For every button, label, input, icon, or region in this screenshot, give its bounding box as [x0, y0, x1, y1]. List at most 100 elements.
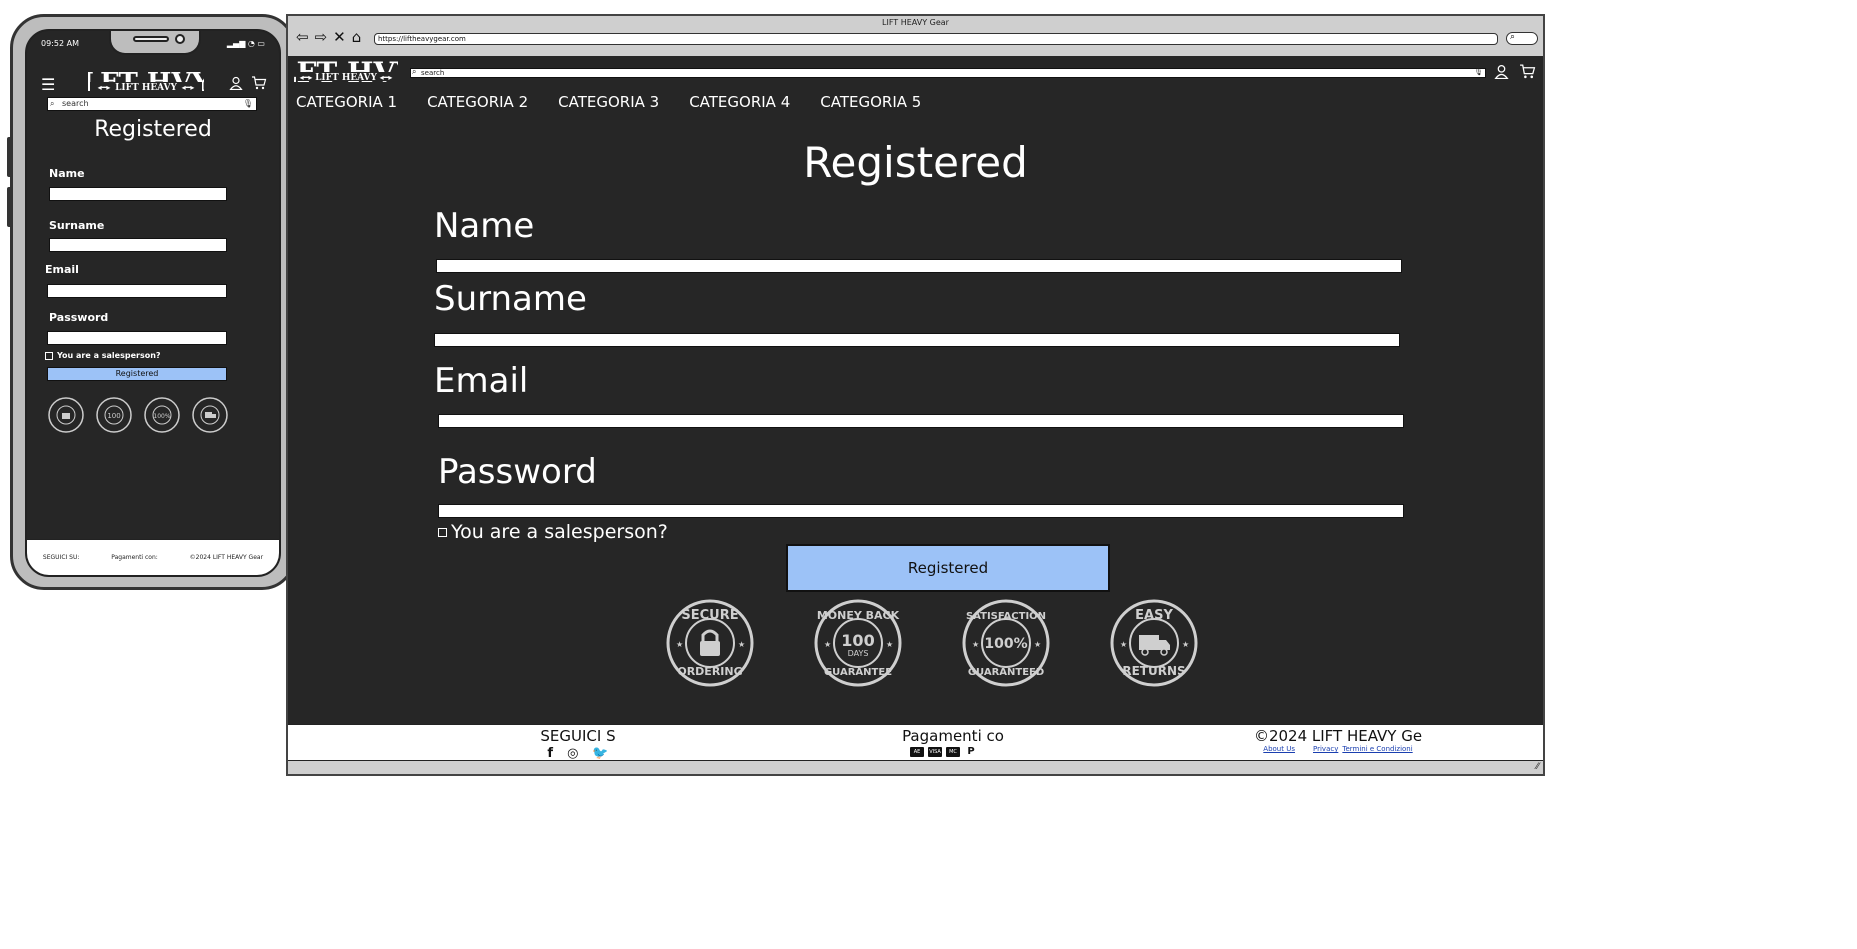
page-content: LFT HVY LIFT HEAVY ◂━▸ ◂━▸ ⌕ search 🎙 CA…: [277, 56, 1543, 724]
mobile-badges: 100 100%: [47, 391, 229, 439]
footer: SEGUICI S f ◎ 🐦 Pagamenti co AE VISA MC …: [288, 724, 1543, 761]
mobile-footer: SEGUICI SU: Pagamenti con: ©2024 LIFT HE…: [27, 539, 279, 575]
user-icon[interactable]: [1494, 64, 1509, 83]
name-field[interactable]: [436, 259, 1402, 273]
badge-unit: DAYS: [848, 649, 869, 658]
search-placeholder: search: [421, 69, 445, 77]
close-icon[interactable]: ✕: [333, 28, 346, 46]
microphone-icon[interactable]: 🎙: [243, 98, 253, 110]
twitter-icon[interactable]: 🐦: [592, 746, 608, 761]
trust-badges: SECURE ORDERING ★ ★ MONEY BACK 100 DAYS G…: [652, 599, 1212, 687]
mobile-copyright: ©2024 LIFT HEAVY Gear: [189, 554, 264, 561]
mobile-register-button[interactable]: Registered: [47, 367, 227, 381]
register-button[interactable]: Registered: [786, 544, 1110, 592]
category-link[interactable]: CATEGORIA 5: [820, 93, 921, 111]
money-back-icon: MONEY BACK 100 DAYS GUARANTEE ★ ★: [814, 599, 902, 687]
svg-text:◂━▸: ◂━▸: [300, 73, 313, 82]
logo-image: LFT HVY LIFT HEAVY ◂━▸ ◂━▸: [88, 69, 204, 98]
checkbox-box[interactable]: [45, 351, 53, 360]
salesperson-checkbox[interactable]: You are a salesperson?: [438, 521, 668, 543]
cart-icon[interactable]: [251, 75, 267, 94]
svg-text:LIFT HEAVY: LIFT HEAVY: [315, 73, 377, 83]
mastercard-icon: MC: [946, 747, 960, 757]
mobile-payments-label: Pagamenti con:: [111, 554, 158, 561]
social-icons: f ◎ 🐦: [518, 746, 638, 761]
mobile-email-label: Email: [45, 263, 79, 276]
page-title: Registered: [803, 138, 1028, 187]
mobile-password-label: Password: [49, 311, 109, 324]
home-icon[interactable]: ⌂: [352, 28, 362, 46]
svg-text:★: ★: [676, 640, 683, 649]
about-us-link[interactable]: About Us: [1263, 745, 1295, 753]
browser-search-pill[interactable]: ⌕: [1506, 32, 1538, 45]
phone-volume-button: [7, 137, 12, 177]
mobile-surname-label: Surname: [49, 219, 105, 232]
easy-returns-icon: EASY RETURNS ★ ★: [1110, 599, 1198, 687]
facebook-icon[interactable]: f: [547, 746, 553, 761]
instagram-icon[interactable]: ◎: [567, 746, 578, 761]
paypal-icon: P: [967, 746, 975, 757]
cart-icon[interactable]: [1519, 64, 1536, 83]
footer-links: About Us Privacy Termini e Condizioni: [1238, 745, 1438, 753]
mobile-surname-field[interactable]: [49, 238, 227, 252]
mobile-salesperson-label: You are a salesperson?: [57, 351, 161, 360]
footer-follow: SEGUICI S f ◎ 🐦: [518, 727, 638, 761]
email-field[interactable]: [438, 414, 1404, 428]
logo[interactable]: LFT HVY LIFT HEAVY ◂━▸ ◂━▸: [277, 56, 416, 94]
badge-bottom-text: GUARANTEED: [968, 667, 1044, 678]
follow-label: SEGUICI S: [540, 727, 616, 745]
mobile-page-title: Registered: [94, 117, 212, 142]
address-bar[interactable]: https://liftheavygear.com: [374, 33, 1498, 45]
back-icon[interactable]: ⇦: [296, 28, 309, 46]
svg-text:100%: 100%: [153, 413, 170, 420]
salesperson-label: You are a salesperson?: [451, 521, 668, 543]
svg-text:◂━▸: ◂━▸: [182, 83, 195, 92]
mobile-status-bar: 09:52 AM ▂▄▆ ◔ ▭: [41, 39, 265, 48]
svg-text:★: ★: [1034, 640, 1041, 649]
user-icon[interactable]: [229, 75, 243, 94]
svg-text:◂━▸: ◂━▸: [98, 83, 111, 92]
svg-text:★: ★: [886, 640, 893, 649]
forward-icon[interactable]: ⇨: [315, 28, 328, 46]
checkbox-box[interactable]: [438, 527, 447, 537]
badge-number: 100%: [984, 636, 1027, 652]
category-link[interactable]: CATEGORIA 3: [558, 93, 659, 111]
surname-label: Surname: [434, 279, 587, 319]
amex-icon: AE: [910, 747, 924, 757]
logo-image: LFT HVY LIFT HEAVY ◂━▸ ◂━▸: [277, 56, 416, 89]
category-link[interactable]: CATEGORIA 2: [427, 93, 528, 111]
payment-icons: AE VISA MC P: [888, 747, 1018, 757]
category-nav: CATEGORIA 1 CATEGORIA 2 CATEGORIA 3 CATE…: [296, 93, 951, 111]
terms-link[interactable]: Termini e Condizioni: [1342, 745, 1412, 753]
search-input[interactable]: ⌕ search 🎙: [410, 68, 1486, 78]
badge-bottom-text: RETURNS: [1122, 664, 1185, 678]
microphone-icon[interactable]: 🎙: [1474, 68, 1483, 76]
mobile-search-input[interactable]: ⌕ search 🎙: [47, 97, 257, 111]
privacy-link[interactable]: Privacy: [1313, 745, 1338, 753]
mobile-name-field[interactable]: [49, 187, 227, 201]
badge-bottom-text: GUARANTEE: [824, 667, 892, 678]
mobile-password-field[interactable]: [47, 331, 227, 345]
category-link[interactable]: CATEGORIA 4: [689, 93, 790, 111]
logo[interactable]: LFT HVY LIFT HEAVY ◂━▸ ◂━▸: [71, 69, 221, 99]
password-field[interactable]: [438, 504, 1404, 518]
mobile-salesperson-checkbox[interactable]: You are a salesperson?: [45, 351, 161, 360]
resize-grip-icon[interactable]: ⁄⁄: [1536, 762, 1539, 772]
svg-text:★: ★: [972, 640, 979, 649]
mobile-email-field[interactable]: [47, 284, 227, 298]
mobile-name-label: Name: [49, 167, 85, 180]
visa-icon: VISA: [928, 747, 942, 757]
search-icon: ⌕: [412, 67, 417, 76]
browser-nav-buttons: ⇦ ⇨ ✕ ⌂: [296, 28, 361, 46]
payments-label: Pagamenti co: [902, 727, 1004, 745]
menu-icon[interactable]: ☰: [41, 75, 63, 94]
svg-text:100: 100: [107, 412, 120, 420]
mobile-follow-label: SEGUICI SU:: [42, 554, 80, 561]
surname-field[interactable]: [434, 333, 1400, 347]
category-link[interactable]: CATEGORIA 1: [296, 93, 397, 111]
svg-text:LIFT HEAVY: LIFT HEAVY: [115, 83, 177, 93]
svg-text:◂━▸: ◂━▸: [380, 73, 393, 82]
money-back-icon: 100: [96, 397, 132, 433]
easy-returns-icon: [192, 397, 228, 433]
badge-top-text: EASY: [1135, 608, 1173, 623]
